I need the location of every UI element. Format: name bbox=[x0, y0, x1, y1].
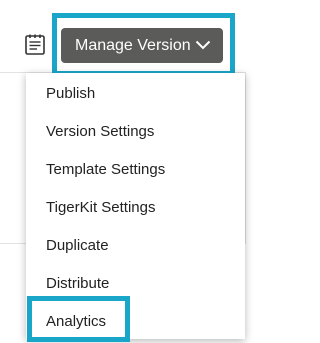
manage-version-label: Manage Version bbox=[75, 36, 191, 54]
screen: Manage Version Publish Version Settings … bbox=[0, 0, 250, 343]
manage-version-menu: Publish Version Settings Template Settin… bbox=[26, 73, 245, 339]
menu-item-distribute[interactable]: Distribute bbox=[46, 275, 109, 292]
manage-version-button[interactable]: Manage Version bbox=[61, 28, 223, 63]
menu-item-template-settings[interactable]: Template Settings bbox=[46, 161, 165, 178]
menu-item-analytics[interactable]: Analytics bbox=[46, 313, 106, 330]
clipboard-notes-icon[interactable] bbox=[23, 32, 47, 56]
menu-item-publish[interactable]: Publish bbox=[46, 85, 95, 102]
menu-item-tigerkit-settings[interactable]: TigerKit Settings bbox=[46, 199, 156, 216]
menu-item-duplicate[interactable]: Duplicate bbox=[46, 237, 109, 254]
chevron-down-icon bbox=[195, 40, 211, 50]
menu-item-version-settings[interactable]: Version Settings bbox=[46, 123, 154, 140]
